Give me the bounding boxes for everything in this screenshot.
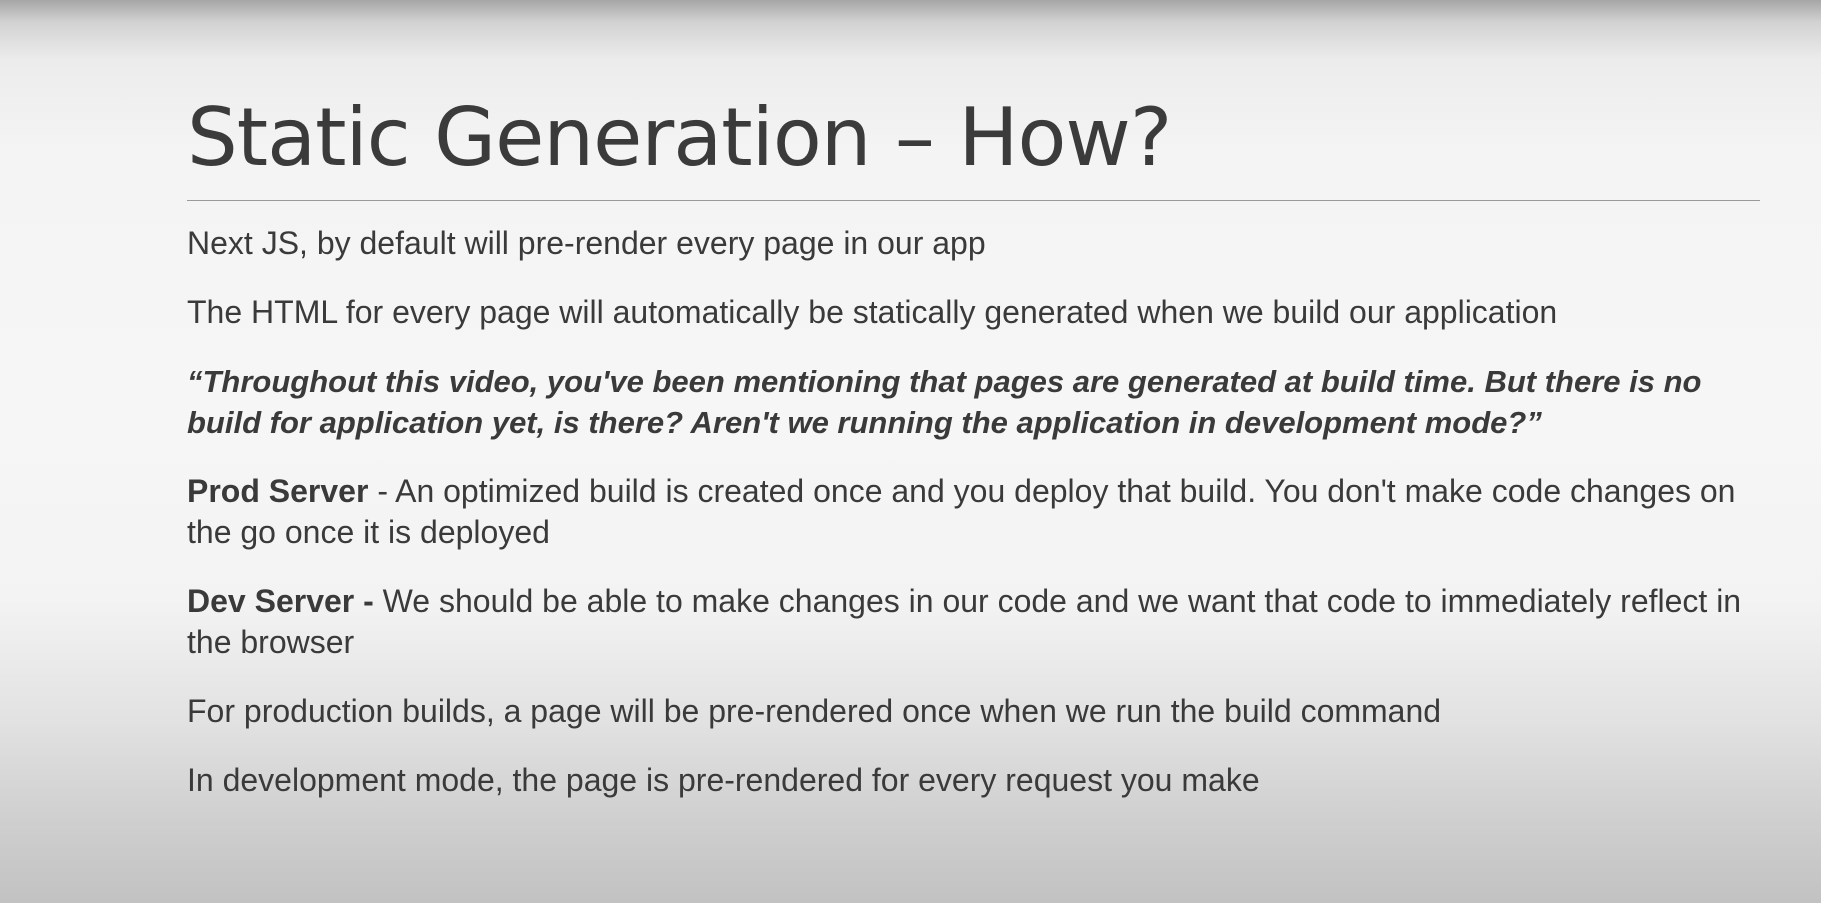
dev-server-label: Dev Server - (187, 583, 374, 619)
paragraph-prod-server: Prod Server - An optimized build is crea… (187, 471, 1760, 553)
paragraph-dev-server: Dev Server - We should be able to make c… (187, 581, 1760, 663)
presentation-slide: Static Generation – How? Next JS, by def… (187, 0, 1760, 903)
title-divider (187, 200, 1760, 201)
paragraph-html-static-generation: The HTML for every page will automatical… (187, 294, 1558, 330)
slide-title: Static Generation – How? (187, 91, 1172, 184)
prod-server-label: Prod Server (187, 473, 369, 509)
paragraph-production-builds: For production builds, a page will be pr… (187, 693, 1442, 729)
prod-server-text: - An optimized build is created once and… (187, 473, 1736, 550)
slide-body: Next JS, by default will pre-render ever… (187, 223, 1760, 801)
paragraph-quote-question: “Throughout this video, you've been ment… (187, 364, 1702, 440)
paragraph-prerender-default: Next JS, by default will pre-render ever… (187, 225, 986, 261)
paragraph-development-mode: In development mode, the page is pre-ren… (187, 762, 1260, 798)
dev-server-text: We should be able to make changes in our… (187, 583, 1742, 660)
